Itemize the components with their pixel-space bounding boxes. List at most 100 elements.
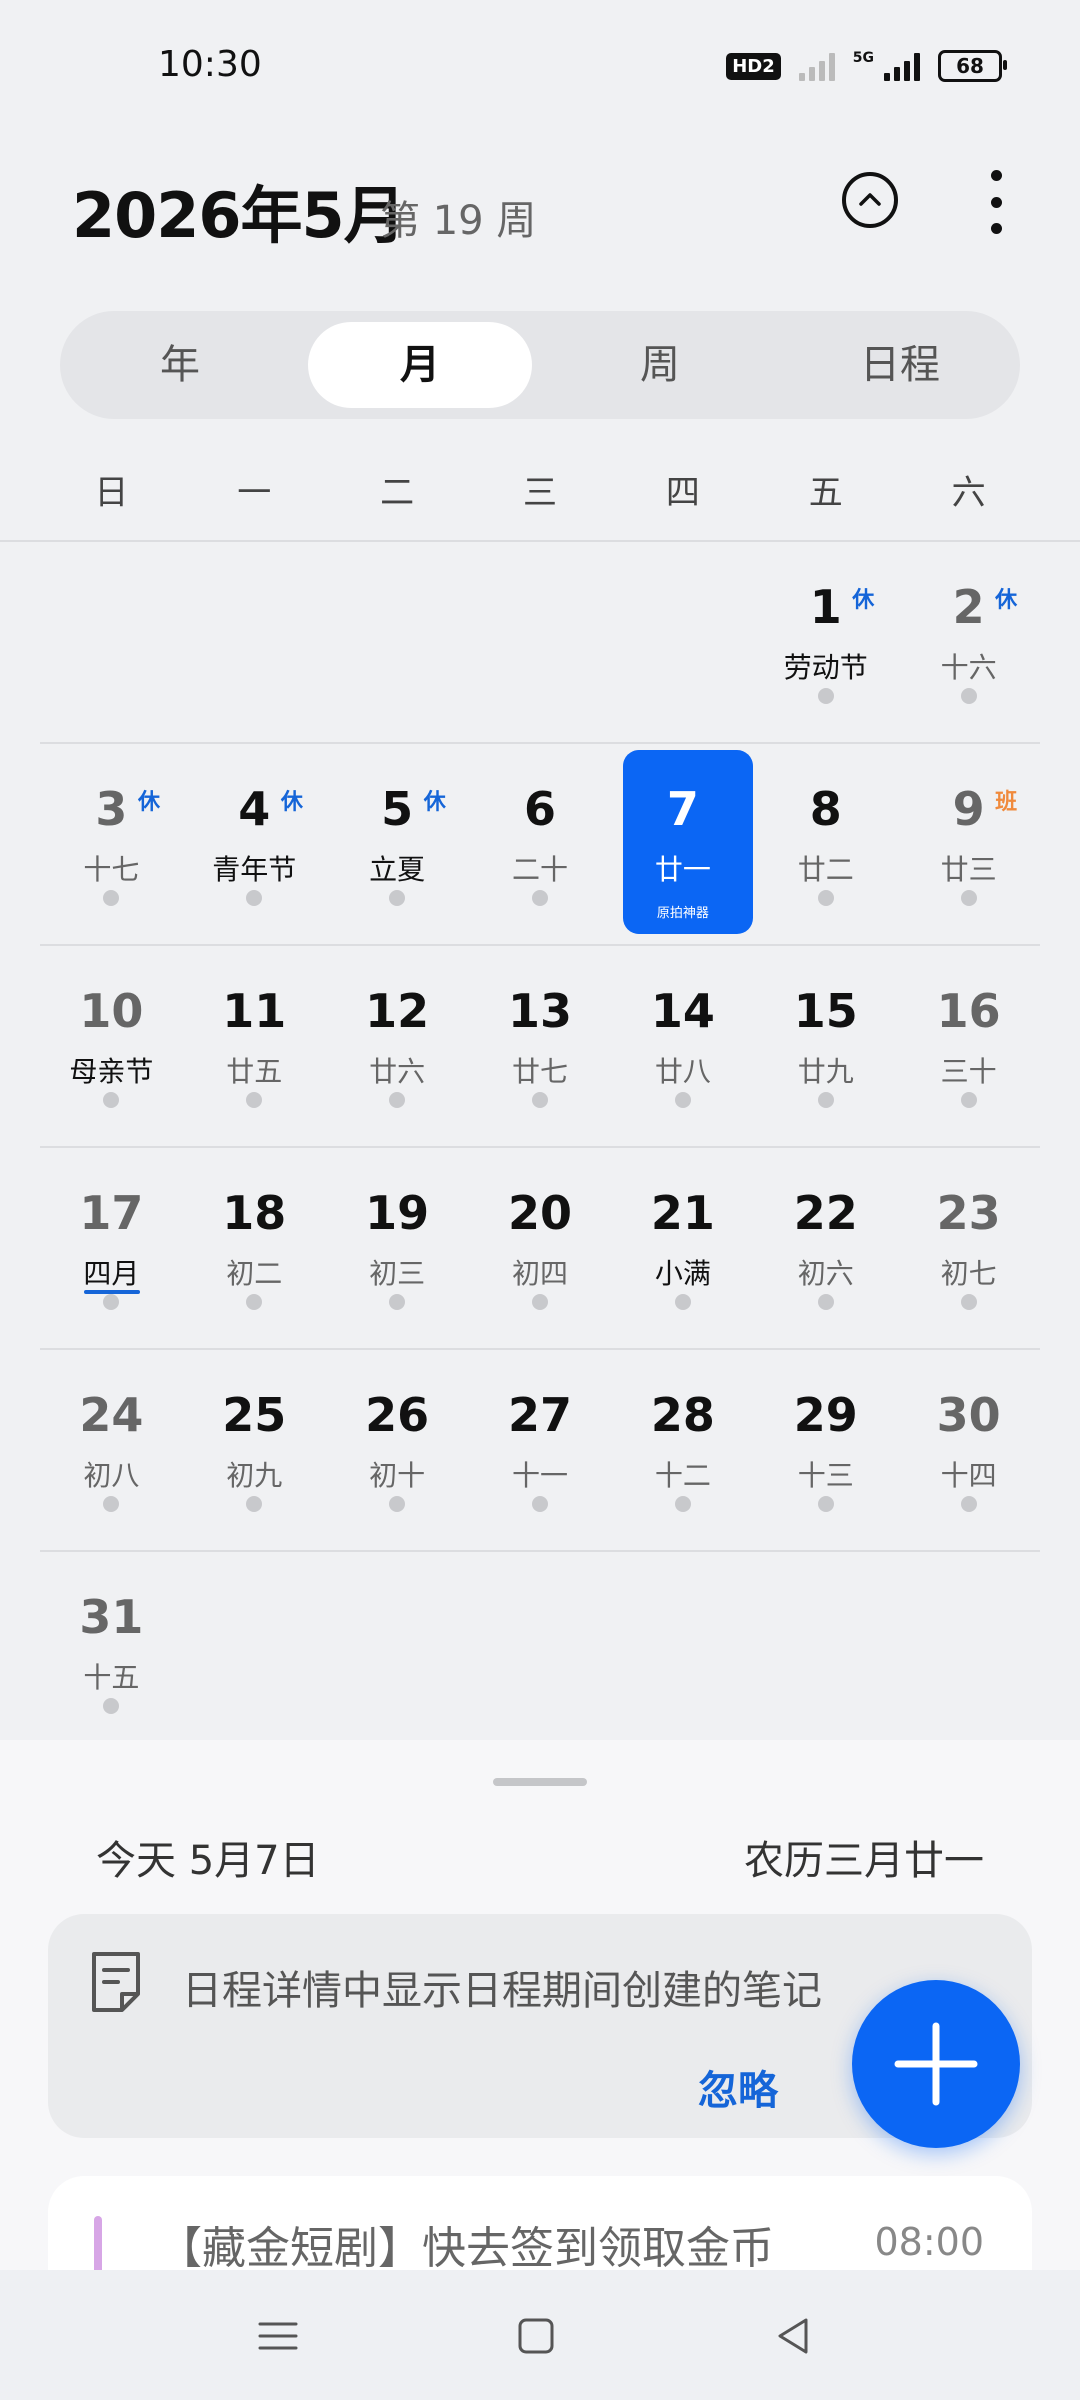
day-cell-1[interactable]: 1 休 劳动节 <box>754 542 897 742</box>
day-number: 9 <box>952 782 985 836</box>
event-dot <box>103 1294 120 1310</box>
ignore-button[interactable]: 忽略 <box>698 2058 778 2116</box>
day-cell-15[interactable]: 15 廿九 <box>754 946 897 1146</box>
event-title: 【藏金短剧】快去签到领取金币 <box>158 2223 774 2274</box>
day-number: 22 <box>793 1186 858 1240</box>
day-cell-28[interactable]: 28 十二 <box>611 1350 754 1550</box>
week-row: 17 四月 18 初二 19 初三 20 初四 21 小满 22 初六 23 初… <box>40 1148 1040 1350</box>
weekday-header: 日 一 二 三 四 五 六 <box>40 465 1040 514</box>
day-number: 16 <box>936 984 1001 1038</box>
workday-tag: 班 <box>995 790 1018 815</box>
day-cell-26[interactable]: 26 初十 <box>326 1350 469 1550</box>
lunar-label: 十二 <box>654 1459 711 1492</box>
add-event-button[interactable] <box>852 1980 1020 2148</box>
recent-apps-icon[interactable] <box>250 2308 306 2364</box>
day-cell-31[interactable]: 31 十五 <box>40 1552 183 1752</box>
day-number: 27 <box>508 1388 573 1442</box>
status-icons: HD2 5G 68 <box>726 50 1007 82</box>
tab-month[interactable]: 月 <box>308 322 532 408</box>
lunar-label: 青年节 <box>212 853 297 886</box>
day-cell-7-today[interactable]: 7 廿一 原拍神器 <box>611 744 754 944</box>
home-icon[interactable] <box>508 2308 564 2364</box>
signal-sim1-icon <box>798 51 835 81</box>
day-cell-8[interactable]: 8 廿二 <box>754 744 897 944</box>
day-cell-14[interactable]: 14 廿八 <box>611 946 754 1146</box>
tab-schedule[interactable]: 日程 <box>788 322 1012 408</box>
day-number: 31 <box>79 1590 144 1644</box>
event-dot <box>532 890 548 906</box>
day-number: 14 <box>650 984 715 1038</box>
day-cell-20[interactable]: 20 初四 <box>469 1148 612 1348</box>
day-cell-29[interactable]: 29 十三 <box>754 1350 897 1550</box>
drag-handle[interactable] <box>493 1778 587 1786</box>
event-dot <box>246 890 263 906</box>
lunar-label: 十七 <box>83 853 140 886</box>
day-number: 13 <box>508 984 573 1038</box>
tab-week[interactable]: 周 <box>548 322 772 408</box>
day-cell-24[interactable]: 24 初八 <box>40 1350 183 1550</box>
day-cell-21[interactable]: 21 小满 <box>611 1148 754 1348</box>
event-dot <box>960 1092 977 1108</box>
day-number: 23 <box>936 1186 1001 1240</box>
event-dot <box>817 890 834 906</box>
collapse-button[interactable] <box>842 172 898 228</box>
more-options-button[interactable] <box>978 170 1014 234</box>
day-number: 5 <box>381 782 414 836</box>
day-cell-17[interactable]: 17 四月 <box>40 1148 183 1348</box>
month-grid: 1 休 劳动节 2 休 十六 3 休 十七 4 休 青年节 5 休 立夏 6 二… <box>40 542 1040 1752</box>
day-cell-9[interactable]: 9 班 廿三 <box>897 744 1040 944</box>
lunar-label: 十六 <box>940 651 997 684</box>
week-row: 31 十五 <box>40 1552 1040 1752</box>
day-cell-12[interactable]: 12 廿六 <box>326 946 469 1146</box>
lunar-label: 廿一 <box>654 853 711 886</box>
lunar-label: 廿六 <box>369 1055 426 1088</box>
day-number: 8 <box>809 782 842 836</box>
day-number: 28 <box>650 1388 715 1442</box>
day-cell-2[interactable]: 2 休 十六 <box>897 542 1040 742</box>
lunar-label: 立夏 <box>369 853 426 886</box>
day-cell-4[interactable]: 4 休 青年节 <box>183 744 326 944</box>
week-row: 3 休 十七 4 休 青年节 5 休 立夏 6 二十 7 廿一 原拍神器 8 廿… <box>40 744 1040 946</box>
day-cell-10[interactable]: 10 母亲节 <box>40 946 183 1146</box>
day-cell-18[interactable]: 18 初二 <box>183 1148 326 1348</box>
event-dot <box>246 1294 263 1310</box>
lunar-label: 初十 <box>369 1459 426 1492</box>
day-cell-6[interactable]: 6 二十 <box>469 744 612 944</box>
day-cell-5[interactable]: 5 休 立夏 <box>326 744 469 944</box>
empty-cell <box>611 1552 754 1752</box>
lunar-label: 三十 <box>940 1055 997 1088</box>
day-number: 18 <box>222 1186 287 1240</box>
event-dot <box>960 890 977 906</box>
day-cell-16[interactable]: 16 三十 <box>897 946 1040 1146</box>
event-dot <box>389 1496 406 1512</box>
day-cell-27[interactable]: 27 十一 <box>469 1350 612 1550</box>
event-dot <box>674 1294 691 1310</box>
back-icon[interactable] <box>766 2308 822 2364</box>
day-cell-30[interactable]: 30 十四 <box>897 1350 1040 1550</box>
event-dot <box>817 1294 834 1310</box>
day-cell-22[interactable]: 22 初六 <box>754 1148 897 1348</box>
weekday-sun: 日 <box>94 473 129 513</box>
tab-year[interactable]: 年 <box>68 322 292 408</box>
day-cell-13[interactable]: 13 廿七 <box>469 946 612 1146</box>
day-cell-25[interactable]: 25 初九 <box>183 1350 326 1550</box>
lunar-label: 母亲节 <box>69 1055 154 1088</box>
weekday-mon: 一 <box>237 473 272 513</box>
day-cell-19[interactable]: 19 初三 <box>326 1148 469 1348</box>
empty-cell <box>183 1552 326 1752</box>
page-title[interactable]: 2026年5月 <box>72 165 406 255</box>
event-dot <box>532 1294 548 1310</box>
day-cell-3[interactable]: 3 休 十七 <box>40 744 183 944</box>
more-dot <box>990 196 1002 208</box>
day-number: 15 <box>793 984 858 1038</box>
event-dot <box>817 1496 834 1512</box>
event-dot <box>674 1496 691 1512</box>
lunar-label: 十四 <box>940 1459 997 1492</box>
day-cell-11[interactable]: 11 廿五 <box>183 946 326 1146</box>
week-row: 24 初八 25 初九 26 初十 27 十一 28 十二 29 十三 30 十… <box>40 1350 1040 1552</box>
battery-icon: 68 <box>938 50 1007 82</box>
lunar-label: 初四 <box>512 1257 569 1290</box>
signal-sim2-icon <box>884 51 920 81</box>
day-cell-23[interactable]: 23 初七 <box>897 1148 1040 1348</box>
lunar-label: 廿八 <box>654 1055 711 1088</box>
